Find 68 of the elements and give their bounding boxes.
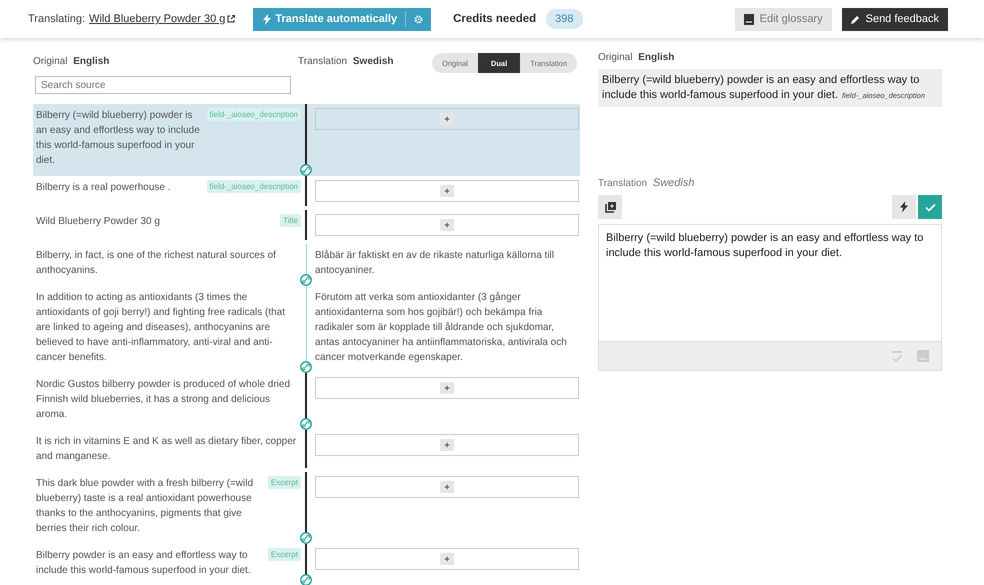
copy-icon — [604, 202, 616, 212]
translation-editor[interactable]: Bilberry (=wild blueberry) powder is an easy and effortless way to include this world-famous superfood in your diet. — [598, 224, 942, 342]
edit-glossary-button[interactable]: Edit glossary — [734, 8, 832, 30]
add-translation-button[interactable]: + — [440, 113, 454, 125]
translation-language-label: Translation Swedish — [298, 56, 394, 67]
segment-row[interactable]: Nordic Gustos bilberry powder is produced of whole dried Finnish wild blueberries, it has a strong and delicious aroma. + — [33, 373, 580, 430]
source-text: It is rich in vitamins E and K as well as dietary fiber, copper and manganese. — [36, 435, 298, 464]
original-language-label: Original English — [33, 56, 110, 67]
link-icon[interactable] — [300, 574, 312, 585]
credits-count: 398 — [546, 9, 583, 29]
translate-automatically-button[interactable]: Translate automatically — [253, 8, 406, 30]
bolt-icon — [900, 201, 908, 213]
field-tag: Title — [280, 214, 301, 227]
field-tag: Excerpt — [268, 548, 301, 561]
translating-label: Translating: — [28, 13, 86, 25]
translation-text: Blåbär är faktiskt en av de rikaste naturliga källorna till antocyaniner. — [315, 249, 556, 278]
translation-text: Förutom att verka som antioxidanter (3 gånger antioxidanterna som hos gojibär!) och bekämpa fria radikaler som är kopplade till åldrande och sjukdomar, antas antocyaniner ha antiinflammatoriska, antivirala och cancer motverkande egenskaper. — [315, 291, 568, 365]
selected-segment-row[interactable]: Bilberry (=wild blueberry) powder is an easy and effortless way to include this world-famous superfood in your diet. field-_aioseo_description + — [33, 104, 580, 176]
translation-slot[interactable]: + — [315, 214, 579, 236]
add-translation-button[interactable]: + — [440, 219, 454, 231]
link-icon[interactable] — [300, 164, 312, 176]
segment-row[interactable]: Wild Blueberry Powder 30 g Title + — [33, 210, 580, 244]
add-translation-button[interactable]: + — [440, 439, 454, 451]
check-icon — [924, 202, 936, 212]
segment-row[interactable]: Bilberry powder is an easy and effortless way to include this world-famous superfood in your diet. Excerpt + — [33, 544, 580, 585]
segment-row[interactable]: Bilberry is a real powerhouse . field-_aioseo_description + — [33, 176, 580, 210]
external-link-icon — [227, 15, 236, 23]
add-translation-button[interactable]: + — [440, 382, 454, 394]
translation-slot[interactable]: + — [315, 108, 579, 130]
link-icon[interactable] — [300, 274, 312, 286]
source-text: Bilberry is a real powerhouse . — [36, 181, 171, 195]
source-text: Wild Blueberry Powder 30 g — [36, 215, 160, 229]
add-translation-button[interactable]: + — [440, 553, 454, 565]
send-feedback-button[interactable]: Send feedback — [842, 8, 948, 30]
copy-button[interactable] — [598, 195, 622, 219]
link-icon[interactable] — [300, 418, 312, 430]
source-text: In addition to acting as antioxidants (3 times the antioxidants of goji berry!) and fighting free radicals (that are linked to ageing and diseases), anthocyanins are believed to have anti-inflammatory, anti-viral and anti-cancer benefits. — [36, 291, 286, 365]
link-icon[interactable] — [300, 361, 312, 373]
segment-row[interactable]: Bilberry, in fact, is one of the richest natural sources of anthocyanins. Blåbär är faktiskt en av de rikaste naturliga källorna till antocyaniner. — [33, 244, 580, 286]
field-tag: Excerpt — [268, 476, 301, 489]
settings-icon — [414, 14, 424, 24]
segment-row[interactable]: It is rich in vitamins E and K as well as dietary fiber, copper and manganese. + — [33, 430, 580, 472]
link-icon[interactable] — [300, 532, 312, 544]
source-text: Nordic Gustos bilberry powder is produced of whole dried Finnish wild blueberries, it has a strong and delicious aroma. — [36, 378, 292, 422]
translation-slot[interactable]: + — [315, 180, 579, 202]
glossary-icon — [744, 14, 754, 24]
segment-row[interactable]: This dark blue powder with a fresh bilberry (=wild blueberry) taste is a real antioxidant powerhouse thanks to the anthocyanins, pigments that give berries their rich colour. Excerpt + — [33, 472, 580, 544]
search-field[interactable]: Search source — [35, 76, 291, 94]
source-text: Bilberry, in fact, is one of the richest natural sources of anthocyanins. — [36, 249, 277, 278]
product-link[interactable]: Wild Blueberry Powder 30 g — [89, 13, 236, 25]
bolt-icon — [263, 14, 272, 24]
add-translation-button[interactable]: + — [440, 481, 454, 493]
pencil-icon — [850, 14, 860, 24]
source-text: Bilberry (=wild blueberry) powder is an easy and effortless way to include this world-famous superfood in your diet. — [36, 109, 201, 168]
original-language-label: Original English — [598, 52, 676, 63]
credits-label: Credits needed — [453, 13, 536, 25]
source-text: This dark blue powder with a fresh bilberry (=wild blueberry) taste is a real antioxidant powerhouse thanks to the anthocyanins, pigments that give berries their rich colour. — [36, 477, 254, 536]
auto-translate-button[interactable] — [892, 195, 916, 219]
translation-language-label: Translation Swedish — [598, 177, 696, 189]
translation-slot[interactable]: + — [315, 377, 579, 399]
translation-slot[interactable]: + — [315, 548, 579, 570]
source-text: Bilberry powder is an easy and effortless way to include this world-famous superfood in your diet. — [36, 549, 252, 578]
translation-slot[interactable]: + — [315, 476, 579, 498]
field-tag: field-_aioseo_description — [206, 108, 301, 121]
spellcheck-icon[interactable] — [891, 350, 903, 362]
translation-slot[interactable]: + — [315, 434, 579, 456]
field-tag: field-_aioseo_description — [206, 180, 301, 193]
add-translation-button[interactable]: + — [440, 185, 454, 197]
